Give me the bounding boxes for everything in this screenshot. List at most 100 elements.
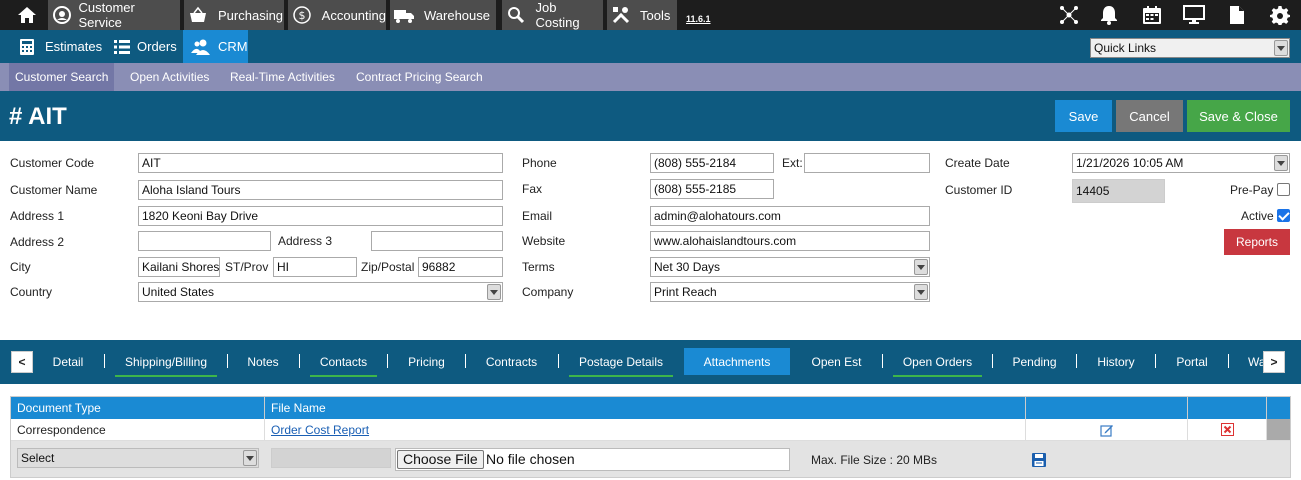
company-select[interactable]: Print Reach <box>650 282 930 302</box>
save-close-button[interactable]: Save & Close <box>1187 100 1290 132</box>
nav-warehouse[interactable]: Warehouse <box>390 0 496 30</box>
gear-icon[interactable] <box>1269 4 1291 26</box>
delete-icon[interactable] <box>1220 423 1234 436</box>
city-input[interactable]: Kailani Shores <box>138 257 220 277</box>
tab-separator <box>387 354 388 368</box>
choose-file-button[interactable]: Choose File <box>397 450 484 469</box>
nav-tools[interactable]: Tools <box>607 0 677 30</box>
create-date-select[interactable]: 1/21/2026 10:05 AM <box>1072 153 1290 173</box>
address1-input[interactable]: 1820 Keoni Bay Drive <box>138 206 503 226</box>
tab-pending[interactable]: Pending <box>1003 348 1066 375</box>
create-date-value: 1/21/2026 10:05 AM <box>1076 156 1184 170</box>
tab-pricing[interactable]: Pricing <box>398 348 455 375</box>
home-button[interactable] <box>13 0 41 30</box>
tab-contracts[interactable]: Contracts <box>476 348 547 375</box>
calendar-icon[interactable] <box>1141 4 1163 26</box>
chevron-down-icon <box>1274 155 1288 171</box>
subnav-orders[interactable]: Orders <box>114 30 180 63</box>
terms-select[interactable]: Net 30 Days <box>650 257 930 277</box>
file-link[interactable]: Order Cost Report <box>271 423 369 437</box>
ext-label: Ext: <box>782 156 803 170</box>
nav-purchasing[interactable]: Purchasing <box>184 0 284 30</box>
column-header-document-type[interactable]: Document Type <box>11 397 265 419</box>
document-icon[interactable] <box>1226 4 1248 26</box>
subnav-crm[interactable]: CRM <box>183 30 248 63</box>
column-header-file-name[interactable]: File Name <box>265 397 1026 419</box>
customer-code-input[interactable]: AIT <box>138 153 503 173</box>
file-name-input[interactable] <box>271 448 391 468</box>
country-select[interactable]: United States <box>138 282 503 302</box>
tab-postage-details[interactable]: Postage Details <box>569 348 673 377</box>
zip-label: Zip/Postal <box>361 260 415 274</box>
website-input[interactable]: www.alohaislandtours.com <box>650 231 930 251</box>
document-type-select[interactable]: Select <box>17 448 259 468</box>
tab-attachments[interactable]: Attachments <box>684 348 790 375</box>
network-icon[interactable] <box>1058 4 1080 26</box>
tabs-prev-button[interactable]: < <box>11 351 33 373</box>
chevron-down-icon <box>1274 40 1288 56</box>
tab-contract-pricing-search[interactable]: Contract Pricing Search <box>350 63 489 91</box>
terms-value: Net 30 Days <box>654 260 721 274</box>
tab-open-est[interactable]: Open Est <box>801 348 872 375</box>
dollar-icon: $ <box>288 6 316 24</box>
country-label: Country <box>10 285 53 299</box>
scrollbar-thumb[interactable] <box>1267 419 1290 441</box>
customer-id-label: Customer ID <box>945 183 1013 197</box>
phone-input[interactable]: (808) 555-2184 <box>650 153 774 173</box>
company-value: Print Reach <box>654 285 717 299</box>
edit-icon[interactable] <box>1099 423 1114 437</box>
column-header-edit <box>1026 397 1188 419</box>
fax-input[interactable]: (808) 555-2185 <box>650 179 774 199</box>
tab-contacts[interactable]: Contacts <box>310 348 377 377</box>
tab-separator <box>992 354 993 368</box>
save-button[interactable]: Save <box>1055 100 1112 132</box>
version-label[interactable]: 11.6.1 <box>686 14 711 24</box>
basket-icon <box>184 6 212 24</box>
tab-notes[interactable]: Notes <box>238 348 288 375</box>
tab-open-activities[interactable]: Open Activities <box>124 63 215 91</box>
calculator-icon <box>20 38 34 55</box>
active-checkbox[interactable] <box>1277 209 1290 222</box>
tab-real-time-activities[interactable]: Real-Time Activities <box>224 63 341 91</box>
attachments-grid: Document Type File Name Correspondence O… <box>10 396 1291 478</box>
subnav-estimates[interactable]: Estimates <box>20 30 110 63</box>
quick-links-select[interactable]: Quick Links <box>1090 38 1290 58</box>
customer-code-label: Customer Code <box>10 156 95 170</box>
company-label: Company <box>522 285 574 299</box>
customer-name-input[interactable]: Aloha Island Tours <box>138 180 503 200</box>
address3-input[interactable] <box>371 231 503 251</box>
nav-accounting[interactable]: $ Accounting <box>288 0 386 30</box>
monitor-icon[interactable] <box>1183 4 1205 26</box>
detail-tab-bar: Detail Shipping/Billing Notes Contacts P… <box>0 340 1301 384</box>
tab-separator <box>104 354 105 368</box>
file-chooser[interactable]: Choose File No file chosen <box>395 448 790 471</box>
cancel-button[interactable]: Cancel <box>1116 100 1183 132</box>
tabs-next-button[interactable]: > <box>1263 351 1285 373</box>
tab-portal[interactable]: Portal <box>1166 348 1218 375</box>
address2-input[interactable] <box>138 231 271 251</box>
zip-input[interactable]: 96882 <box>418 257 503 277</box>
nav-label: Purchasing <box>218 7 284 23</box>
tab-separator <box>465 354 466 368</box>
email-input[interactable]: admin@alohatours.com <box>650 206 930 226</box>
save-icon[interactable] <box>1032 453 1046 467</box>
document-type-value: Select <box>21 451 55 465</box>
search-icon <box>502 6 530 24</box>
nav-customer-service[interactable]: Customer Service <box>48 0 180 30</box>
tab-open-orders[interactable]: Open Orders <box>893 348 982 377</box>
tab-customer-search[interactable]: Customer Search <box>9 63 115 91</box>
table-cell-document-type: Correspondence <box>11 419 265 441</box>
prepay-checkbox[interactable] <box>1277 183 1290 196</box>
chevron-down-icon <box>914 284 928 300</box>
tab-shipping-billing[interactable]: Shipping/Billing <box>115 348 217 377</box>
nav-label: Accounting <box>321 7 386 23</box>
nav-job-costing[interactable]: Job Costing <box>502 0 603 30</box>
state-input[interactable]: HI <box>273 257 357 277</box>
ext-input[interactable] <box>804 153 930 173</box>
create-date-label: Create Date <box>945 156 1010 170</box>
bell-icon[interactable] <box>1098 4 1120 26</box>
address2-label: Address 2 <box>10 235 65 249</box>
reports-button[interactable]: Reports <box>1224 229 1290 255</box>
tab-detail[interactable]: Detail <box>38 348 98 375</box>
tab-history[interactable]: History <box>1087 348 1145 375</box>
